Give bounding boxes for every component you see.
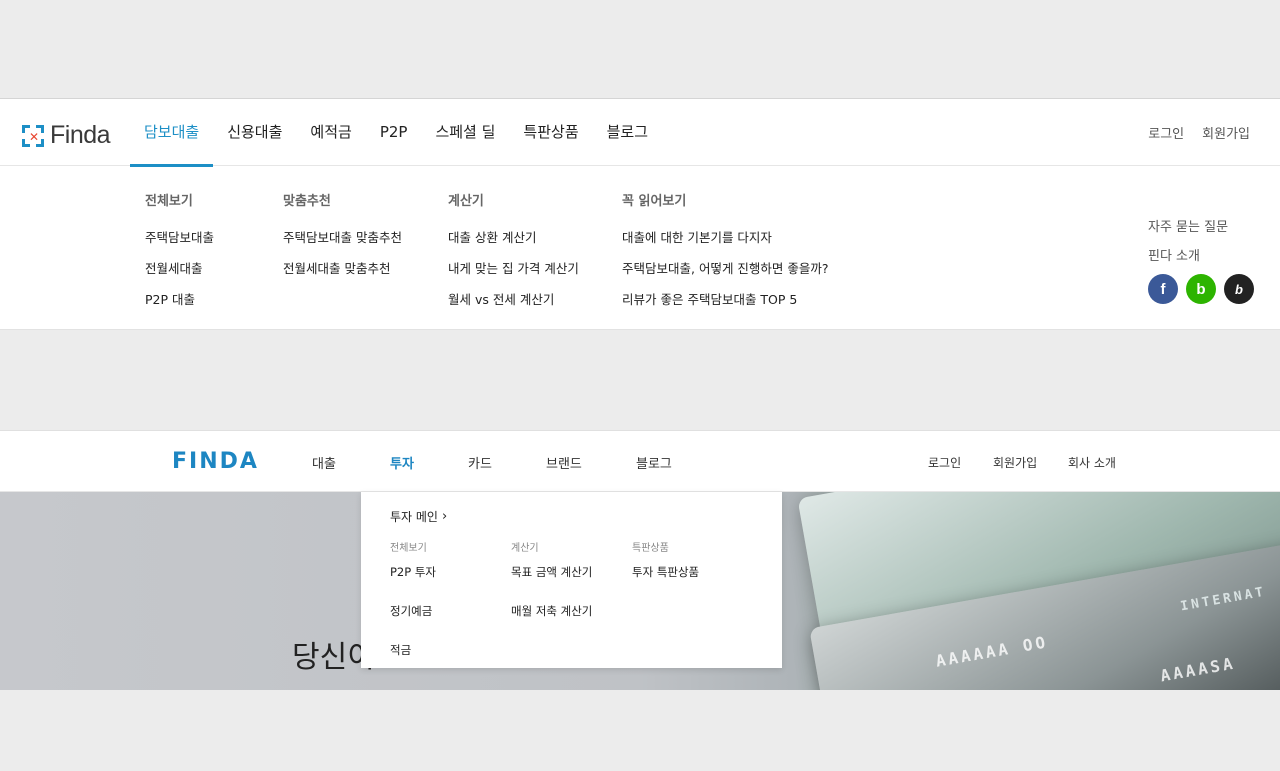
dropdown-item[interactable]: 목표 금액 계산기 — [511, 564, 592, 580]
mega-item[interactable]: 주택담보대출 — [145, 227, 214, 246]
invest-main-label: 투자 메인 — [390, 510, 438, 524]
menu-item-special-products[interactable]: 특판상품 — [509, 99, 592, 166]
menu-item-card[interactable]: 카드 — [468, 453, 492, 472]
mega-col-all: 전체보기 주택담보대출 전월세대출 P2P 대출 — [145, 190, 214, 320]
finda-v2-header: INTERNAT AAAAAA OO AAAASA 당신이 FINDA 대출 투… — [0, 430, 1280, 690]
dropdown-item[interactable]: 투자 특판상품 — [632, 564, 699, 580]
mega-menu: 전체보기 주택담보대출 전월세대출 P2P 대출 맞춤추천 주택담보대출 맞춤추… — [0, 166, 1280, 330]
account-links: 로그인 회원가입 — [1148, 123, 1250, 142]
mega-item[interactable]: P2P 대출 — [145, 289, 214, 308]
menu-item-invest[interactable]: 투자 — [390, 453, 414, 472]
mega-item[interactable]: 리뷰가 좋은 주택담보대출 TOP 5 — [622, 289, 829, 308]
dropdown-item[interactable]: 정기예금 — [390, 603, 436, 619]
side-links: 자주 묻는 질문 핀다 소개 f b b — [1148, 216, 1254, 304]
login-link[interactable]: 로그인 — [1148, 123, 1184, 142]
signup-link[interactable]: 회원가입 — [1202, 123, 1250, 142]
dropdown-item[interactable]: 매월 저축 계산기 — [511, 603, 592, 619]
mega-item[interactable]: 대출에 대한 기본기를 다지자 — [622, 227, 829, 246]
menu-item-brand[interactable]: 브랜드 — [546, 453, 582, 472]
menu-item-deposit[interactable]: 예적금 — [296, 99, 365, 166]
mega-item[interactable]: 내게 맞는 집 가격 계산기 — [448, 258, 579, 277]
top-nav: ✕ Finda 담보대출 신용대출 예적금 P2P 스페셜 딜 특판상품 블로그… — [0, 99, 1280, 167]
faq-link[interactable]: 자주 묻는 질문 — [1148, 216, 1254, 235]
finda-logo-icon: ✕ — [22, 124, 44, 147]
dropdown-col-special: 특판상품 투자 특판상품 — [632, 539, 699, 603]
mega-item[interactable]: 전월세대출 맞춤추천 — [283, 258, 402, 277]
mega-item[interactable]: 월세 vs 전세 계산기 — [448, 289, 579, 308]
about-company-link[interactable]: 회사 소개 — [1068, 454, 1116, 471]
mega-item[interactable]: 전월세대출 — [145, 258, 214, 277]
finda-logo[interactable]: ✕ Finda — [22, 121, 111, 150]
facebook-icon[interactable]: f — [1148, 274, 1178, 304]
logo-text: Finda — [50, 121, 111, 149]
chevron-right-icon: › — [441, 509, 448, 524]
mega-item[interactable]: 대출 상환 계산기 — [448, 227, 579, 246]
dropdown-item[interactable]: P2P 투자 — [390, 564, 436, 580]
signup-link[interactable]: 회원가입 — [993, 454, 1037, 471]
menu-item-blog[interactable]: 블로그 — [593, 99, 662, 166]
mega-col-calculator: 계산기 대출 상환 계산기 내게 맞는 집 가격 계산기 월세 vs 전세 계산… — [448, 190, 579, 320]
invest-main-link[interactable]: 투자 메인 › — [390, 508, 447, 525]
mega-col-header[interactable]: 맞춤추천 — [283, 190, 402, 209]
dropdown-item[interactable]: 적금 — [390, 642, 436, 658]
dropdown-col-header: 특판상품 — [632, 543, 669, 554]
dropdown-col-all: 전체보기 P2P 투자 정기예금 적금 — [390, 539, 436, 681]
login-link[interactable]: 로그인 — [928, 454, 961, 471]
menu-item-credit-loan[interactable]: 신용대출 — [213, 99, 296, 166]
dropdown-col-calculator: 계산기 목표 금액 계산기 매월 저축 계산기 — [511, 539, 592, 642]
menu-item-secured-loan[interactable]: 담보대출 — [130, 99, 214, 167]
about-finda-link[interactable]: 핀다 소개 — [1148, 245, 1254, 264]
menu-item-blog[interactable]: 블로그 — [636, 453, 672, 472]
finda-v1-header: ✕ Finda 담보대출 신용대출 예적금 P2P 스페셜 딜 특판상품 블로그… — [0, 98, 1280, 330]
naver-blog-icon[interactable]: b — [1186, 274, 1216, 304]
finda-logo[interactable]: FINDA — [172, 449, 259, 474]
top-nav: FINDA 대출 투자 카드 브랜드 블로그 로그인 회원가입 회사 소개 — [0, 430, 1280, 492]
menu-item-p2p[interactable]: P2P — [366, 99, 422, 166]
mega-col-header[interactable]: 계산기 — [448, 190, 579, 209]
mega-item[interactable]: 주택담보대출 맞춤추천 — [283, 227, 402, 246]
mega-col-header[interactable]: 꼭 읽어보기 — [622, 190, 829, 209]
mega-col-recommend: 맞춤추천 주택담보대출 맞춤추천 전월세대출 맞춤추천 — [283, 190, 402, 289]
main-menu: 담보대출 신용대출 예적금 P2P 스페셜 딜 특판상품 블로그 — [130, 99, 662, 167]
mega-col-header[interactable]: 전체보기 — [145, 190, 214, 209]
menu-item-loan[interactable]: 대출 — [312, 453, 336, 472]
brunch-icon[interactable]: b — [1224, 274, 1254, 304]
mega-item[interactable]: 주택담보대출, 어떻게 진행하면 좋을까? — [622, 258, 829, 277]
invest-dropdown: 투자 메인 › 전체보기 P2P 투자 정기예금 적금 계산기 목표 금액 계산… — [361, 492, 782, 668]
mega-col-must-read: 꼭 읽어보기 대출에 대한 기본기를 다지자 주택담보대출, 어떻게 진행하면 … — [622, 190, 829, 320]
dropdown-col-header: 계산기 — [511, 543, 539, 554]
menu-item-special-deal[interactable]: 스페셜 딜 — [421, 99, 509, 166]
social-links: f b b — [1148, 274, 1254, 304]
dropdown-col-header: 전체보기 — [390, 543, 427, 554]
